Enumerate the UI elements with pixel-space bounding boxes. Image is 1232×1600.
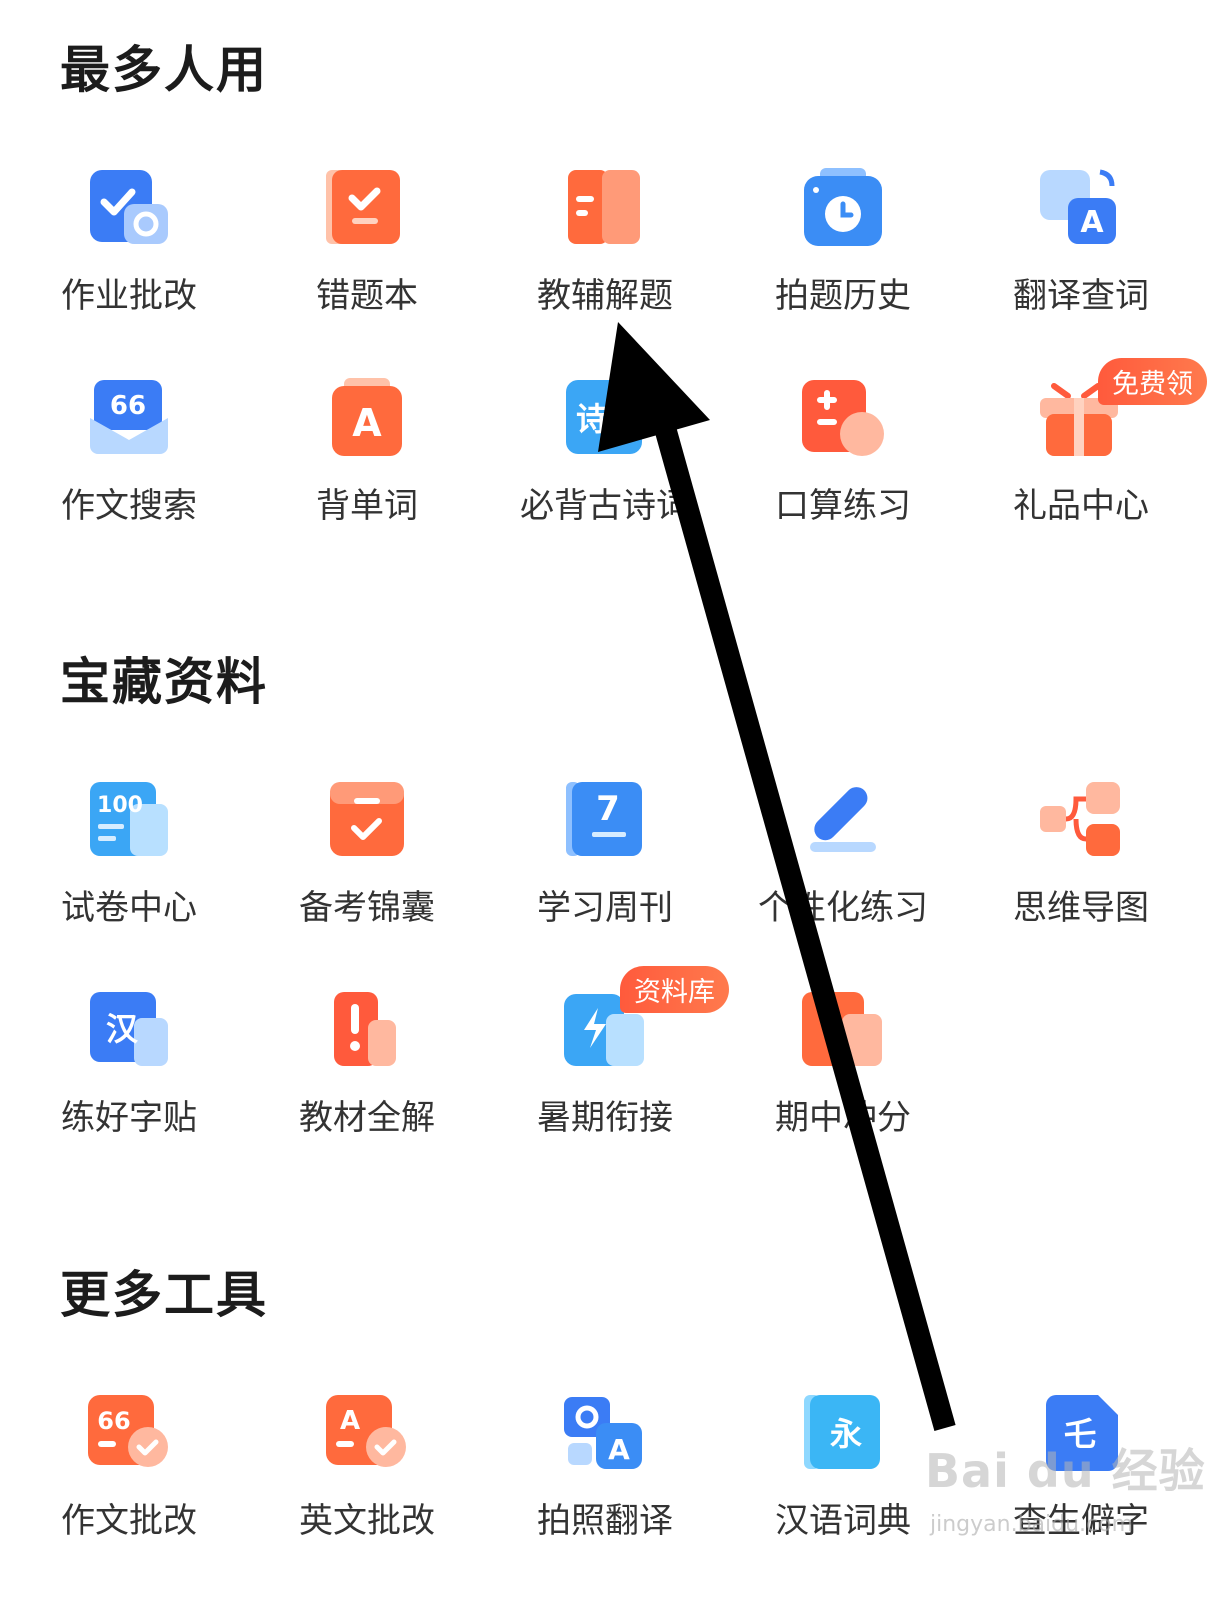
tile-label: 礼品中心 [1013,486,1149,526]
tile-study-weekly[interactable]: 7 学习周刊 [500,780,700,980]
tile-poetry[interactable]: 诗 必背古诗词 [500,378,700,578]
tile-label: 错题本 [316,276,418,316]
translate-icon: A [1040,169,1116,244]
dictionary-icon: 永 [804,1395,880,1469]
textbook-icon [334,992,396,1066]
tile-english-correct[interactable]: A 英文批改 [262,1393,462,1593]
svg-text:A: A [352,401,382,445]
tile-mind-map[interactable]: 思维导图 [976,780,1176,980]
tile-label: 学习周刊 [537,888,673,928]
mental-math-icon [802,380,884,456]
tile-photo-translate[interactable]: A 拍照翻译 [500,1393,700,1593]
tile-exam-center[interactable]: 100 试卷中心 [24,780,224,980]
tile-label: 拍照翻译 [537,1501,673,1541]
tile-exam-kit[interactable]: 备考锦囊 [262,780,462,980]
svg-text:66: 66 [97,1407,130,1435]
personal-practice-icon [810,787,876,852]
tile-calligraphy[interactable]: 汉 练好字贴 [24,990,224,1190]
vocab-icon: A [332,378,402,456]
tile-label: 教辅解题 [537,276,673,316]
tile-essay-correct[interactable]: 66 作文批改 [24,1393,224,1593]
tile-personal-practice[interactable]: 个性化练习 [738,780,938,980]
tile-label: 思维导图 [1013,888,1149,928]
svg-text:A: A [340,1406,360,1436]
essay-correct-icon: 66 [88,1395,168,1467]
exam-kit-icon [330,782,404,856]
tile-label: 备考锦囊 [299,888,435,928]
midterm-icon [802,992,882,1066]
tile-label: 教材全解 [299,1098,435,1138]
svg-text:汉: 汉 [106,1010,139,1048]
baidu-watermark: Bai du 经验 [925,1444,1206,1498]
material-library-badge: 资料库 [620,966,729,1013]
svg-text:A: A [1080,205,1104,240]
tile-homework-check[interactable]: 作业批改 [24,168,224,368]
english-correct-icon: A [326,1395,406,1467]
tile-label: 试卷中心 [61,888,197,928]
tile-mental-math[interactable]: 口算练习 [738,378,938,578]
tile-gift-center[interactable]: 免费领 礼品中心 [976,358,1207,578]
svg-text:66: 66 [110,391,146,421]
tile-label: 翻译查词 [1013,276,1149,316]
svg-text:A: A [608,1433,630,1466]
svg-text:100: 100 [97,793,143,818]
tile-label: 必背古诗词 [520,486,690,526]
tile-label: 口算练习 [775,486,911,526]
tile-tutorial-solution[interactable]: 教辅解题 [500,168,700,368]
tile-dictionary[interactable]: 永 汉语词典 [738,1393,938,1593]
photo-translate-icon: A [564,1397,642,1469]
tile-label: 汉语词典 [775,1501,911,1541]
section-title-treasure-materials: 宝藏资料 [60,653,268,711]
svg-text:诗: 诗 [576,400,608,438]
tile-label: 作文批改 [61,1501,197,1541]
tile-label: 暑期衔接 [537,1098,673,1138]
calligraphy-icon: 汉 [90,992,168,1066]
tile-textbook[interactable]: 教材全解 [262,990,462,1190]
baidu-watermark-url: jingyan.baidu.com [930,1512,1134,1537]
weekly-icon: 7 [566,782,642,856]
tile-translate[interactable]: A 翻译查词 [976,168,1176,368]
tile-label: 拍题历史 [775,276,911,316]
tile-label: 个性化练习 [758,888,928,928]
tile-label: 作业批改 [61,276,197,316]
poetry-icon: 诗 [566,380,642,454]
tutorial-book-icon [568,170,640,244]
svg-text:永: 永 [830,1415,862,1453]
tile-label: 期中冲分 [775,1098,911,1138]
homework-check-icon [90,170,168,244]
exam-paper-icon: 100 [90,782,168,856]
tile-label: 练好字贴 [61,1098,197,1138]
tile-essay-search[interactable]: 66 作文搜索 [24,378,224,578]
tile-label: 背单词 [316,486,418,526]
essay-search-icon: 66 [90,380,168,454]
tile-summer-bridge[interactable]: 资料库 暑期衔接 [500,966,729,1190]
tile-vocab[interactable]: A 背单词 [262,378,462,578]
tile-photo-history[interactable]: 拍题历史 [738,168,938,368]
svg-text:7: 7 [596,789,620,829]
mind-map-icon [1040,782,1120,856]
tile-midterm[interactable]: 期中冲分 [738,990,938,1190]
mistake-book-icon [326,170,400,244]
photo-history-icon [804,168,882,246]
tile-mistake-book[interactable]: 错题本 [262,168,462,368]
tile-label: 英文批改 [299,1501,435,1541]
section-title-more-tools: 更多工具 [60,1266,268,1324]
free-claim-badge: 免费领 [1098,358,1207,405]
section-title-most-used: 最多人用 [60,41,268,99]
tile-label: 作文搜索 [61,486,197,526]
